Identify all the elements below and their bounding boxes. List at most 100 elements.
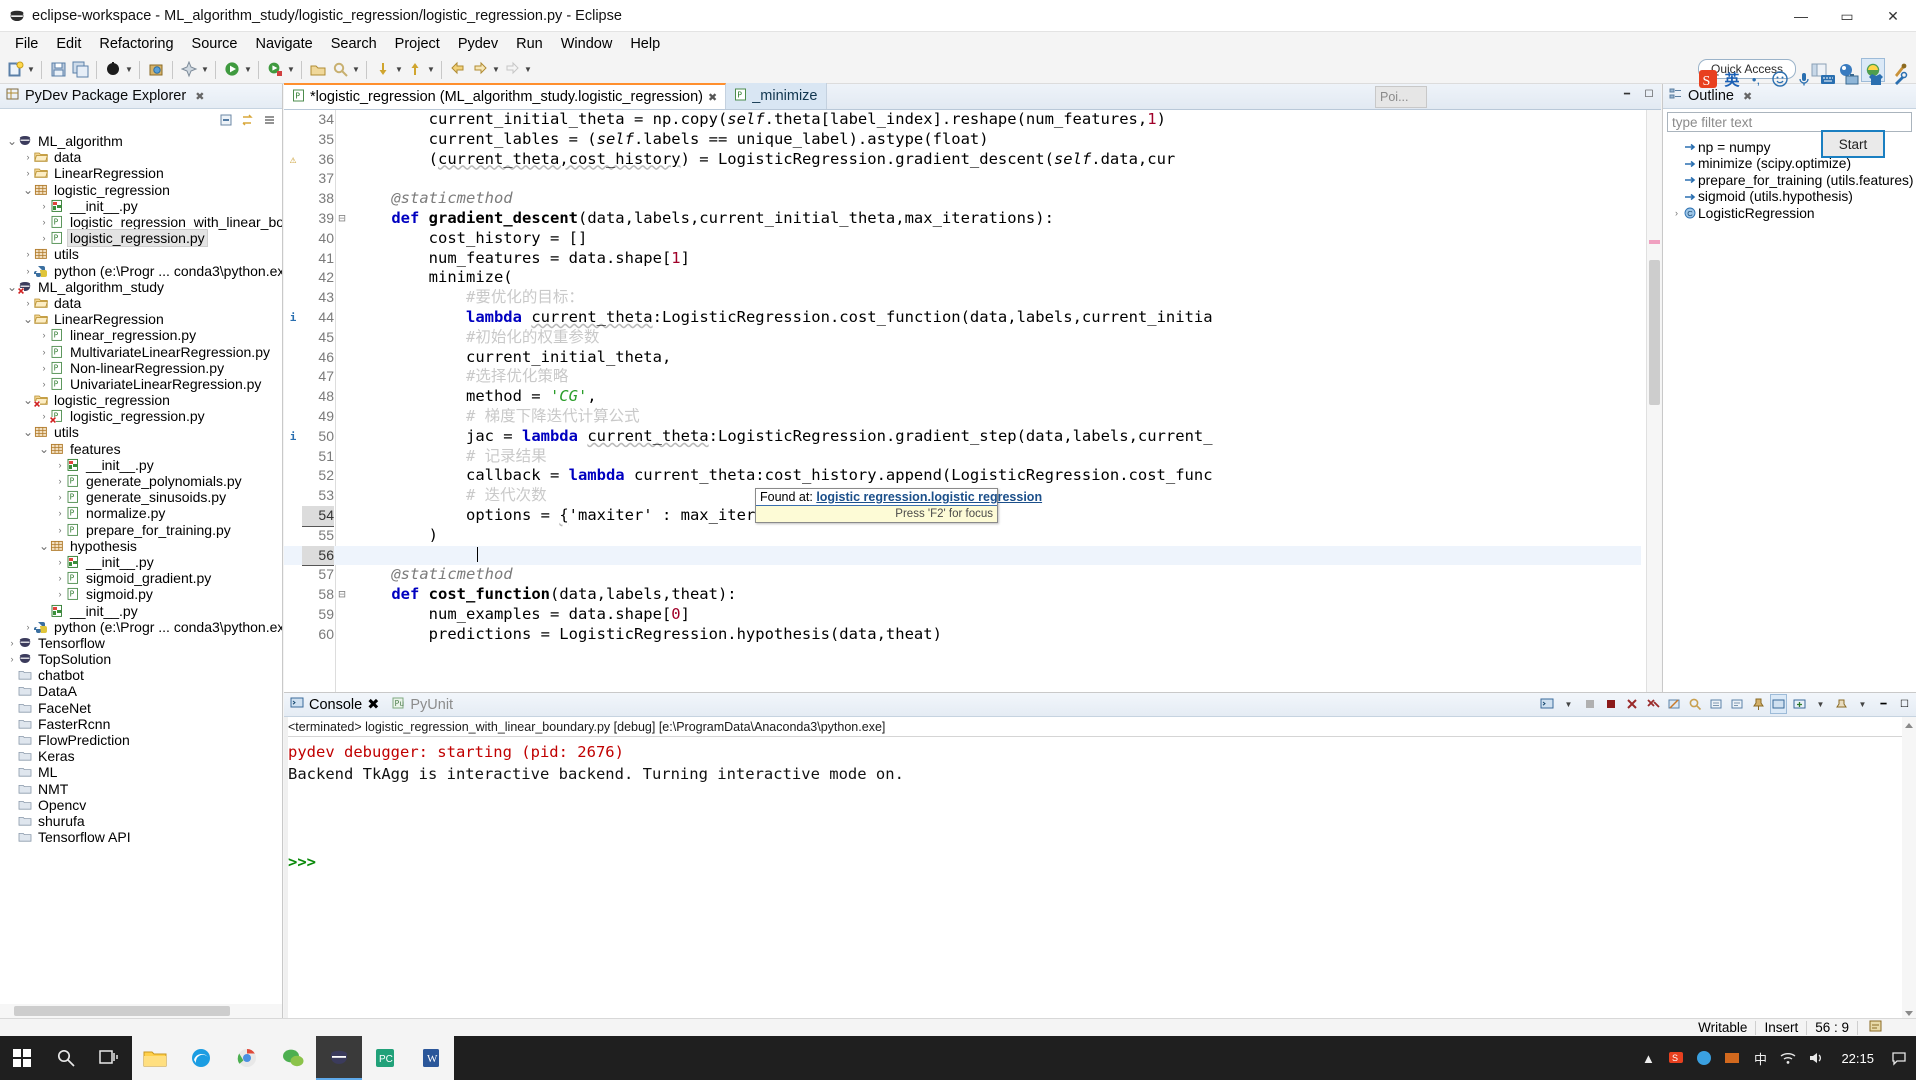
menu-item-refactoring[interactable]: Refactoring: [90, 34, 182, 54]
code-line[interactable]: 34 current_initial_theta = np.copy(self.…: [284, 110, 1641, 130]
console-scroll-down-icon[interactable]: [1903, 1006, 1915, 1018]
tree-item[interactable]: › Psigmoid.py: [0, 586, 282, 602]
tab-pydev-package-explorer[interactable]: PyDev Package Explorer ✖: [6, 87, 204, 105]
tab-pyunit[interactable]: Pu PyUnit: [391, 696, 453, 714]
console-scroll-up-icon[interactable]: [1903, 719, 1915, 731]
pycharm-icon[interactable]: PC: [362, 1036, 408, 1080]
minimize-icon[interactable]: ━: [1619, 86, 1635, 102]
previous-annotation-dropdown-icon[interactable]: ▼: [426, 59, 436, 81]
network-icon[interactable]: [1777, 1047, 1799, 1069]
tree-item[interactable]: › __init__.py: [0, 198, 282, 214]
chevron-right-icon[interactable]: ›: [38, 411, 50, 421]
run-last-icon[interactable]: [264, 59, 286, 81]
chevron-down-icon[interactable]: ⌄: [38, 540, 50, 552]
menu-item-search[interactable]: Search: [322, 34, 386, 54]
view-menu-icon[interactable]: [262, 112, 278, 128]
tooltip-link[interactable]: logistic regression.logistic regression: [816, 490, 1042, 504]
overview-marker-warning[interactable]: [1649, 240, 1660, 244]
tray-app3-icon[interactable]: [1721, 1047, 1743, 1069]
code-line[interactable]: 47 #选择优化策略: [284, 367, 1641, 387]
explorer-hscrollbar[interactable]: [0, 1004, 282, 1018]
next-edit-icon[interactable]: [501, 59, 523, 81]
code-line[interactable]: 39 ⊟ def gradient_descent(data,labels,cur…: [284, 209, 1641, 229]
code-line[interactable]: 45 #初始化的权重参数: [284, 328, 1641, 348]
coverage-dropdown-icon[interactable]: ▼: [200, 59, 210, 81]
code-line[interactable]: 46 current_initial_theta,: [284, 348, 1641, 368]
outline-item[interactable]: prepare_for_training (utils.features): [1663, 172, 1916, 189]
console-view-dropdown-icon[interactable]: ▼: [1812, 694, 1829, 714]
next-annotation-icon[interactable]: [372, 59, 394, 81]
tree-item[interactable]: __init__.py: [0, 602, 282, 619]
new-wizard-dropdown-icon[interactable]: ▼: [26, 59, 36, 81]
next-annotation-dropdown-icon[interactable]: ▼: [394, 59, 404, 81]
tree-item[interactable]: › python (e:\Progr ... conda3\python.exe): [0, 263, 283, 279]
editor-vscroll-thumb[interactable]: [1649, 260, 1660, 405]
chevron-right-icon[interactable]: ›: [54, 476, 66, 486]
back-icon[interactable]: [447, 59, 469, 81]
code-line[interactable]: 41 num_features = data.shape[1]: [284, 249, 1641, 269]
menu-item-window[interactable]: Window: [552, 34, 622, 54]
minimize-icon[interactable]: ━: [1875, 694, 1892, 714]
console-pin-icon[interactable]: [1833, 694, 1850, 714]
console-dropdown-icon[interactable]: ▼: [1560, 694, 1577, 714]
tree-item[interactable]: › data: [0, 295, 282, 311]
gutter-marker[interactable]: i: [286, 308, 300, 328]
chevron-down-icon[interactable]: ⌄: [22, 426, 34, 438]
tree-item[interactable]: › P UnivariateLinearRegression.py: [0, 376, 282, 392]
tree-item[interactable]: › __init__.py: [0, 554, 282, 570]
tree-item[interactable]: ⌄ utils: [0, 424, 282, 440]
code-line[interactable]: 37: [284, 169, 1641, 189]
tree-item[interactable]: › data: [0, 149, 282, 165]
search-console-icon[interactable]: [1686, 694, 1703, 714]
tree-item[interactable]: › utils: [0, 246, 282, 262]
code-line[interactable]: ⚠ 36 (current_theta,cost_history) = Logis…: [284, 150, 1641, 170]
tree-item[interactable]: › LinearRegression: [0, 165, 282, 181]
windows-start-icon[interactable]: [0, 1036, 44, 1080]
code-line[interactable]: 52 callback = lambda current_theta:cost_…: [284, 466, 1641, 486]
eclipse-icon[interactable]: [316, 1036, 362, 1080]
close-icon[interactable]: ✖: [195, 90, 204, 103]
code-line[interactable]: i 50 jac = lambda current_theta:LogisticR…: [284, 427, 1641, 447]
remove-launch-icon[interactable]: [1623, 694, 1640, 714]
code-line[interactable]: 59 num_examples = data.shape[0]: [284, 605, 1641, 625]
new-wizard-icon[interactable]: [4, 59, 26, 81]
chevron-right-icon[interactable]: ›: [1671, 208, 1682, 218]
chevron-right-icon[interactable]: ›: [54, 589, 66, 599]
outline-item[interactable]: › C LogisticRegression: [1663, 205, 1916, 222]
taskbar-clock[interactable]: 22:15: [1833, 1051, 1882, 1066]
fold-toggle-icon[interactable]: ⊟: [336, 209, 348, 229]
gutter-marker[interactable]: i: [286, 427, 300, 447]
open-type-icon[interactable]: [307, 59, 329, 81]
forward-dropdown-icon[interactable]: ▼: [491, 59, 501, 81]
console-dropdown2-icon[interactable]: ▼: [1854, 694, 1871, 714]
code-line[interactable]: 57 @staticmethod: [284, 565, 1641, 585]
word-icon[interactable]: W: [408, 1036, 454, 1080]
tree-item[interactable]: › P MultivariateLinearRegression.py: [0, 343, 282, 360]
code-line[interactable]: 42 minimize(: [284, 268, 1641, 288]
code-line[interactable]: 60 predictions = LogisticRegression.hypo…: [284, 625, 1641, 645]
clear-console-icon[interactable]: [1665, 694, 1682, 714]
editor-tab-logistic-regression[interactable]: P *logistic_regression (ML_algorithm_stu…: [284, 83, 727, 109]
code-line[interactable]: 49 # 梯度下降迭代计算公式: [284, 407, 1641, 427]
tree-item[interactable]: NMT: [0, 781, 282, 797]
run-last-dropdown-icon[interactable]: ▼: [286, 59, 296, 81]
chevron-right-icon[interactable]: ›: [38, 330, 50, 340]
code-line[interactable]: 48 method = 'CG',: [284, 387, 1641, 407]
chevron-right-icon[interactable]: ›: [54, 460, 66, 470]
maximize-button[interactable]: ▭: [1824, 0, 1870, 32]
external-tools-icon[interactable]: [145, 59, 167, 81]
tab-console[interactable]: Console ✖: [290, 696, 379, 714]
next-edit-dropdown-icon[interactable]: ▼: [523, 59, 533, 81]
chevron-right-icon[interactable]: ›: [22, 298, 34, 308]
editor-tab-minimize[interactable]: P _minimize: [726, 83, 827, 109]
wechat-icon[interactable]: [270, 1036, 316, 1080]
chevron-down-icon[interactable]: ⌄: [22, 313, 34, 325]
code-line[interactable]: 35 current_lables = (self.labels == uniq…: [284, 130, 1641, 150]
tree-item[interactable]: ⌄ ML_algorithm_study: [0, 279, 282, 295]
menu-item-run[interactable]: Run: [507, 34, 552, 54]
tree-item[interactable]: ⌄ logistic_regression: [0, 392, 282, 408]
code-line[interactable]: 51 # 记录结果: [284, 447, 1641, 467]
chevron-down-icon[interactable]: ⌄: [22, 394, 34, 406]
forward-icon[interactable]: [469, 59, 491, 81]
tree-item[interactable]: ⌄ hypothesis: [0, 538, 282, 554]
